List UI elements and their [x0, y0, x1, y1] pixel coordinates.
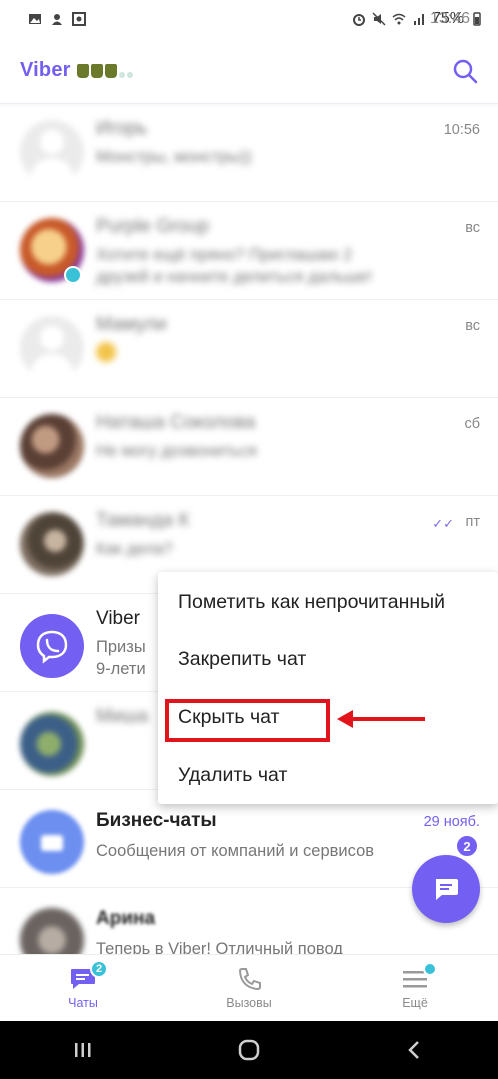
screenshot-icon	[72, 12, 86, 26]
chat-name: Арина	[96, 908, 156, 929]
chat-name: Viber	[96, 608, 141, 629]
back-icon[interactable]	[403, 1038, 427, 1062]
pin-chat-menu-item[interactable]: Закрепить чат	[158, 631, 498, 687]
chat-preview: Хотите ещё пряно? Приглашаю 2 друзей и н…	[96, 246, 373, 286]
chat-time: 29 нояб.	[423, 814, 480, 830]
chat-time: сб	[464, 416, 480, 432]
avatar	[20, 316, 84, 380]
bottom-nav: 2 Чаты Вызовы Ещё	[0, 954, 498, 1021]
tab-calls[interactable]: Вызовы	[166, 955, 332, 1021]
tab-label: Чаты	[68, 996, 98, 1010]
status-bar: 13:46 75%	[0, 0, 498, 38]
signal-icon	[413, 14, 424, 25]
chat-name: Игорь	[96, 118, 148, 139]
tab-more[interactable]: Ещё	[332, 955, 498, 1021]
status-time: 13:46	[429, 10, 470, 27]
recent-apps-icon[interactable]	[71, 1038, 95, 1062]
chat-row[interactable]: Мамули вс	[0, 300, 498, 398]
mute-icon	[372, 12, 386, 26]
chat-row[interactable]: Наташа Соколова Не могу дозвониться сб	[0, 398, 498, 496]
more-dot-badge	[423, 962, 437, 976]
chat-preview: Теперь в Viber! Отличный повод	[96, 940, 343, 954]
chat-name: Бизнес-чаты	[96, 810, 217, 831]
chat-row[interactable]: Purple Group Хотите ещё пряно? Приглашаю…	[0, 202, 498, 300]
chat-name: Миша	[96, 706, 149, 727]
search-icon[interactable]	[450, 56, 480, 86]
avatar	[20, 908, 84, 954]
annotation-arrow-icon	[337, 710, 425, 728]
avatar	[20, 120, 84, 184]
avatar	[20, 712, 84, 776]
viber-logo-icon	[20, 614, 84, 678]
chats-badge: 2	[90, 960, 108, 978]
mark-unread-menu-item[interactable]: Пометить как непрочитанный	[158, 574, 498, 630]
home-icon[interactable]	[237, 1038, 261, 1062]
tab-chats[interactable]: 2 Чаты	[0, 955, 166, 1021]
chat-row[interactable]: Игорь Монстры, монстры)) 10:56	[0, 104, 498, 202]
delete-chat-menu-item[interactable]: Удалить чат	[158, 747, 498, 803]
chat-list[interactable]: Игорь Монстры, монстры)) 10:56 Purple Gr…	[0, 104, 498, 954]
wifi-icon	[392, 13, 406, 25]
tab-label: Ещё	[402, 996, 428, 1010]
emoji-icon	[96, 342, 116, 362]
chat-preview: Как дела?	[96, 540, 173, 558]
chat-preview: Сообщения от компаний и сервисов	[96, 842, 375, 860]
chat-name: Таманда К	[96, 510, 190, 531]
notification-icon	[52, 14, 62, 25]
highlight-box	[165, 699, 330, 742]
avatar	[20, 414, 84, 478]
gallery-icon	[29, 14, 41, 24]
chat-name: Purple Group	[96, 216, 210, 237]
chat-time: вс	[465, 318, 480, 334]
business-chats-icon	[20, 810, 84, 874]
system-nav-bar	[0, 1021, 498, 1079]
chat-preview: Монстры, монстры))	[96, 148, 252, 166]
holiday-decoration	[76, 63, 133, 78]
chat-name: Наташа Соколова	[96, 412, 256, 433]
chat-name: Мамули	[96, 314, 167, 335]
chat-context-menu: Пометить как непрочитанный Закрепить чат…	[158, 572, 498, 804]
compose-chat-icon	[436, 879, 458, 900]
battery-icon	[473, 12, 481, 26]
chat-time: 10:56	[443, 122, 480, 138]
app-bar: Viber	[0, 38, 498, 104]
app-title: Viber	[20, 59, 71, 81]
chat-preview: Не могу дозвониться	[96, 442, 257, 460]
new-chat-button[interactable]	[412, 855, 480, 923]
group-badge	[64, 266, 82, 284]
read-checks-icon: ✓✓	[432, 516, 454, 531]
phone-icon	[238, 968, 261, 991]
chat-time: пт	[465, 514, 481, 530]
avatar	[20, 512, 84, 576]
chat-time: вс	[465, 220, 480, 236]
alarm-icon	[352, 14, 365, 26]
tab-label: Вызовы	[226, 996, 272, 1010]
fab-badge: 2	[455, 834, 479, 858]
